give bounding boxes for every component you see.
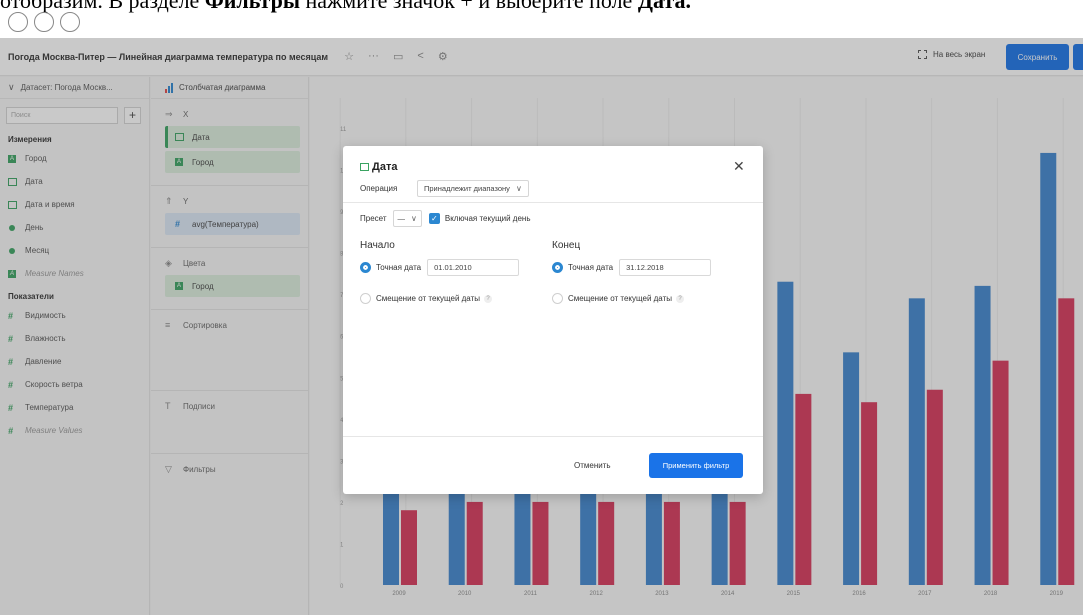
chevron-down-icon: ∨ [411,214,417,223]
preset-select[interactable]: — ∨ [392,210,422,227]
start-offset-radio[interactable] [360,293,371,304]
include-today-label: Включая текущий день [444,214,531,223]
end-exact-row: Точная дата 31.12.2018 [552,259,712,276]
window-maximize-button[interactable] [60,12,80,32]
operation-label: Операция [360,184,398,193]
end-exact-radio[interactable] [552,262,563,273]
start-exact-row: Точная дата 01.01.2010 [360,259,520,276]
start-date-input[interactable]: 01.01.2010 [427,259,520,276]
caption-bold-filters: Фильтры [204,0,301,13]
end-offset-row: Смещение от текущей даты ? [552,293,684,304]
start-exact-radio[interactable] [360,262,371,273]
end-title: Конец [552,240,581,251]
offset-label: Смещение от текущей даты [568,294,672,303]
cancel-button[interactable]: Отменить [574,461,611,470]
tutorial-caption: отобразим. В разделе Фильтры нажмите зна… [0,0,1083,14]
chevron-down-icon: ∨ [515,184,522,193]
end-offset-radio[interactable] [552,293,563,304]
filter-dialog: Дата ✕ Операция Принадлежит диапазону ∨ П… [343,146,763,494]
help-icon[interactable]: ? [484,294,492,303]
caption-bold-date: Дата. [637,0,691,13]
preset-row: Пресет — ∨ ✓ Включая текущий день [360,210,531,227]
calendar-icon [360,163,369,171]
window-close-button[interactable] [8,12,28,32]
start-offset-row: Смещение от текущей даты ? [360,293,492,304]
window-controls [8,12,80,32]
operation-select[interactable]: Принадлежит диапазону ∨ [417,180,529,197]
divider [343,436,763,437]
exact-date-label: Точная дата [568,263,614,272]
caption-middle: нажмите значок + и выберите поле [300,0,638,13]
close-icon[interactable]: ✕ [733,158,745,175]
include-today-checkbox[interactable]: ✓ [428,213,440,224]
operation-row: Операция Принадлежит диапазону ∨ [360,180,529,197]
apply-filter-button[interactable]: Применить фильтр [649,453,743,478]
offset-label: Смещение от текущей даты [376,294,480,303]
start-title: Начало [360,240,395,251]
preset-label: Пресет [360,214,387,223]
end-date-input[interactable]: 31.12.2018 [619,259,712,276]
divider [343,202,763,203]
window-minimize-button[interactable] [34,12,54,32]
help-icon[interactable]: ? [676,294,684,303]
dialog-title: Дата [360,161,397,173]
exact-date-label: Точная дата [376,263,422,272]
